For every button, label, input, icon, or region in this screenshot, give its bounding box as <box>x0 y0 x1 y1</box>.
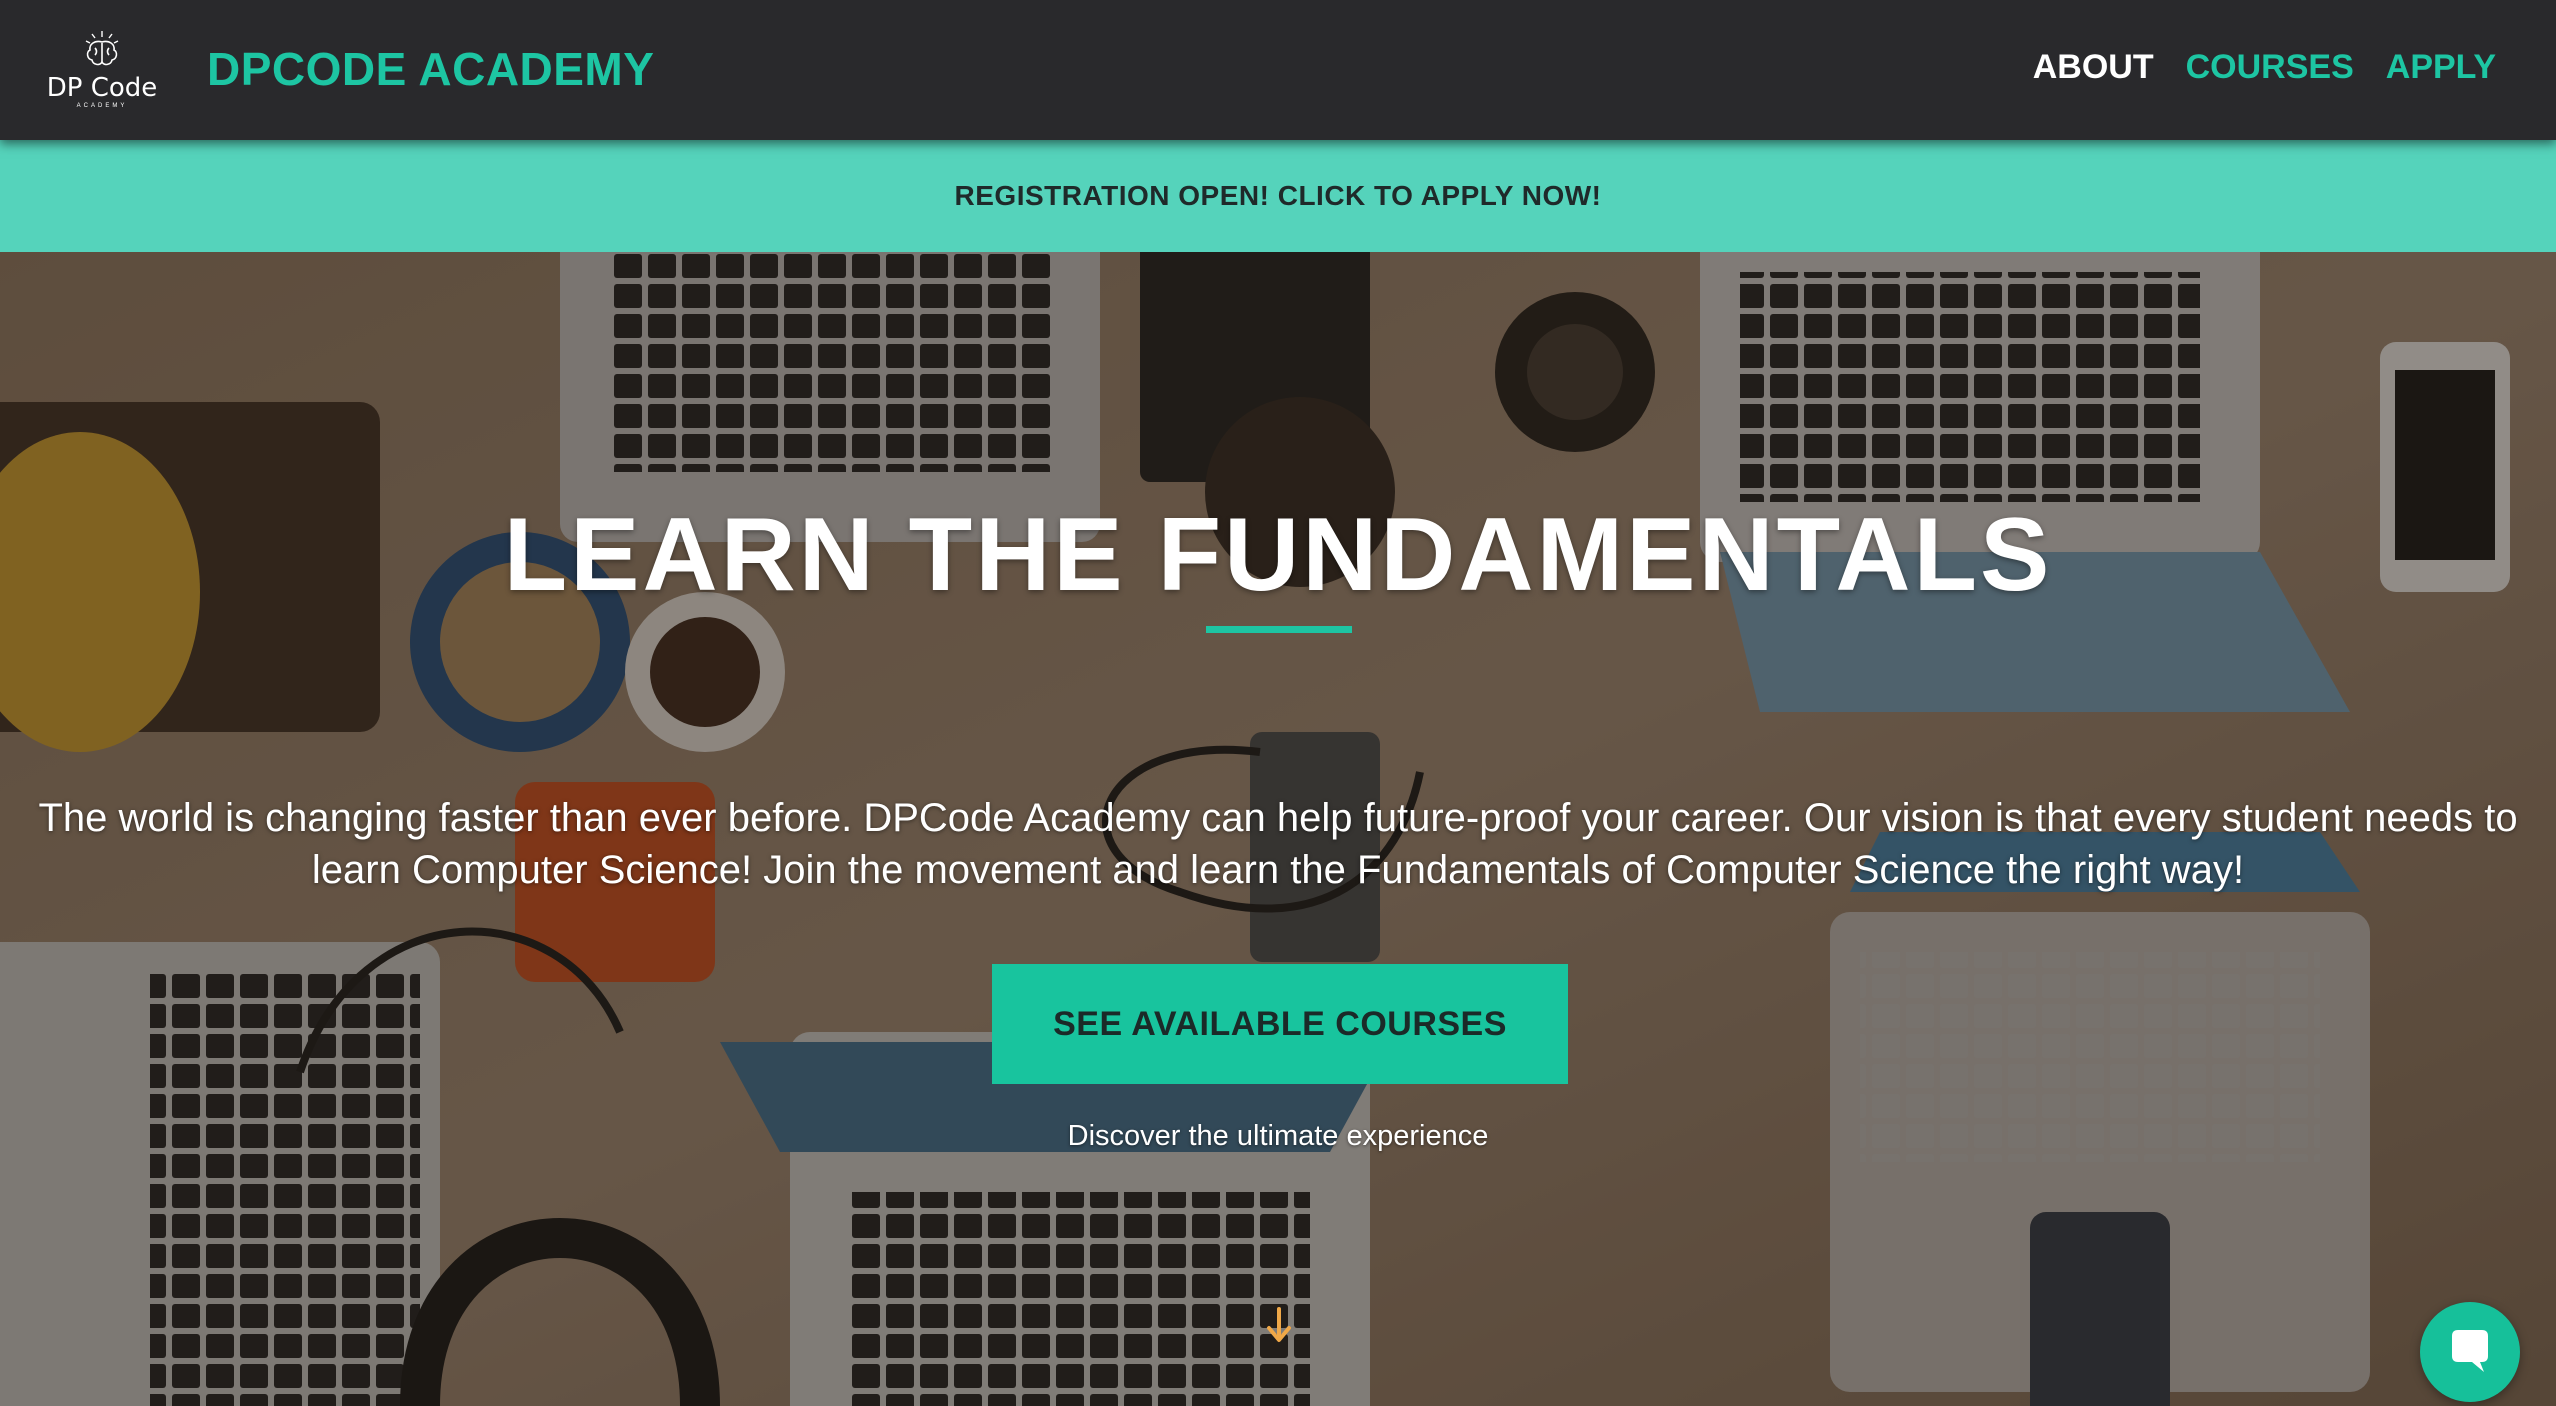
registration-banner[interactable]: REGISTRATION OPEN! CLICK TO APPLY NOW! <box>0 140 2556 252</box>
top-navbar: DP Code ACADEMY DPCODE ACADEMY ABOUT COU… <box>0 0 2556 140</box>
logo-subtext: ACADEMY <box>76 103 128 109</box>
nav-about-link[interactable]: ABOUT <box>2033 48 2154 87</box>
see-courses-button[interactable]: SEE AVAILABLE COURSES <box>992 964 1568 1084</box>
title-underline <box>1206 626 1352 633</box>
brand-name[interactable]: DPCODE ACADEMY <box>207 42 654 96</box>
arrow-down-icon[interactable] <box>1264 1306 1294 1346</box>
chat-launcher-button[interactable] <box>2420 1302 2520 1402</box>
brain-icon <box>85 31 119 66</box>
chat-bubble-icon <box>2452 1330 2488 1372</box>
hero-description: The world is changing faster than ever b… <box>38 796 2518 892</box>
hero-title: LEARN THE FUNDAMENTALS <box>503 497 2053 613</box>
nav-apply-link[interactable]: APPLY <box>2386 48 2496 87</box>
hero-section: LEARN THE FUNDAMENTALS The world is chan… <box>0 252 2556 1406</box>
see-courses-button-label: SEE AVAILABLE COURSES <box>1053 1004 1507 1043</box>
registration-banner-text: REGISTRATION OPEN! CLICK TO APPLY NOW! <box>954 180 1602 211</box>
brand-logo[interactable]: DP Code ACADEMY <box>46 28 158 112</box>
main-nav: ABOUT COURSES APPLY <box>2033 48 2496 87</box>
cta-subtext: Discover the ultimate experience <box>1067 1120 1489 1152</box>
nav-courses-link[interactable]: COURSES <box>2186 48 2354 87</box>
logo-text: DP Code <box>46 73 158 103</box>
